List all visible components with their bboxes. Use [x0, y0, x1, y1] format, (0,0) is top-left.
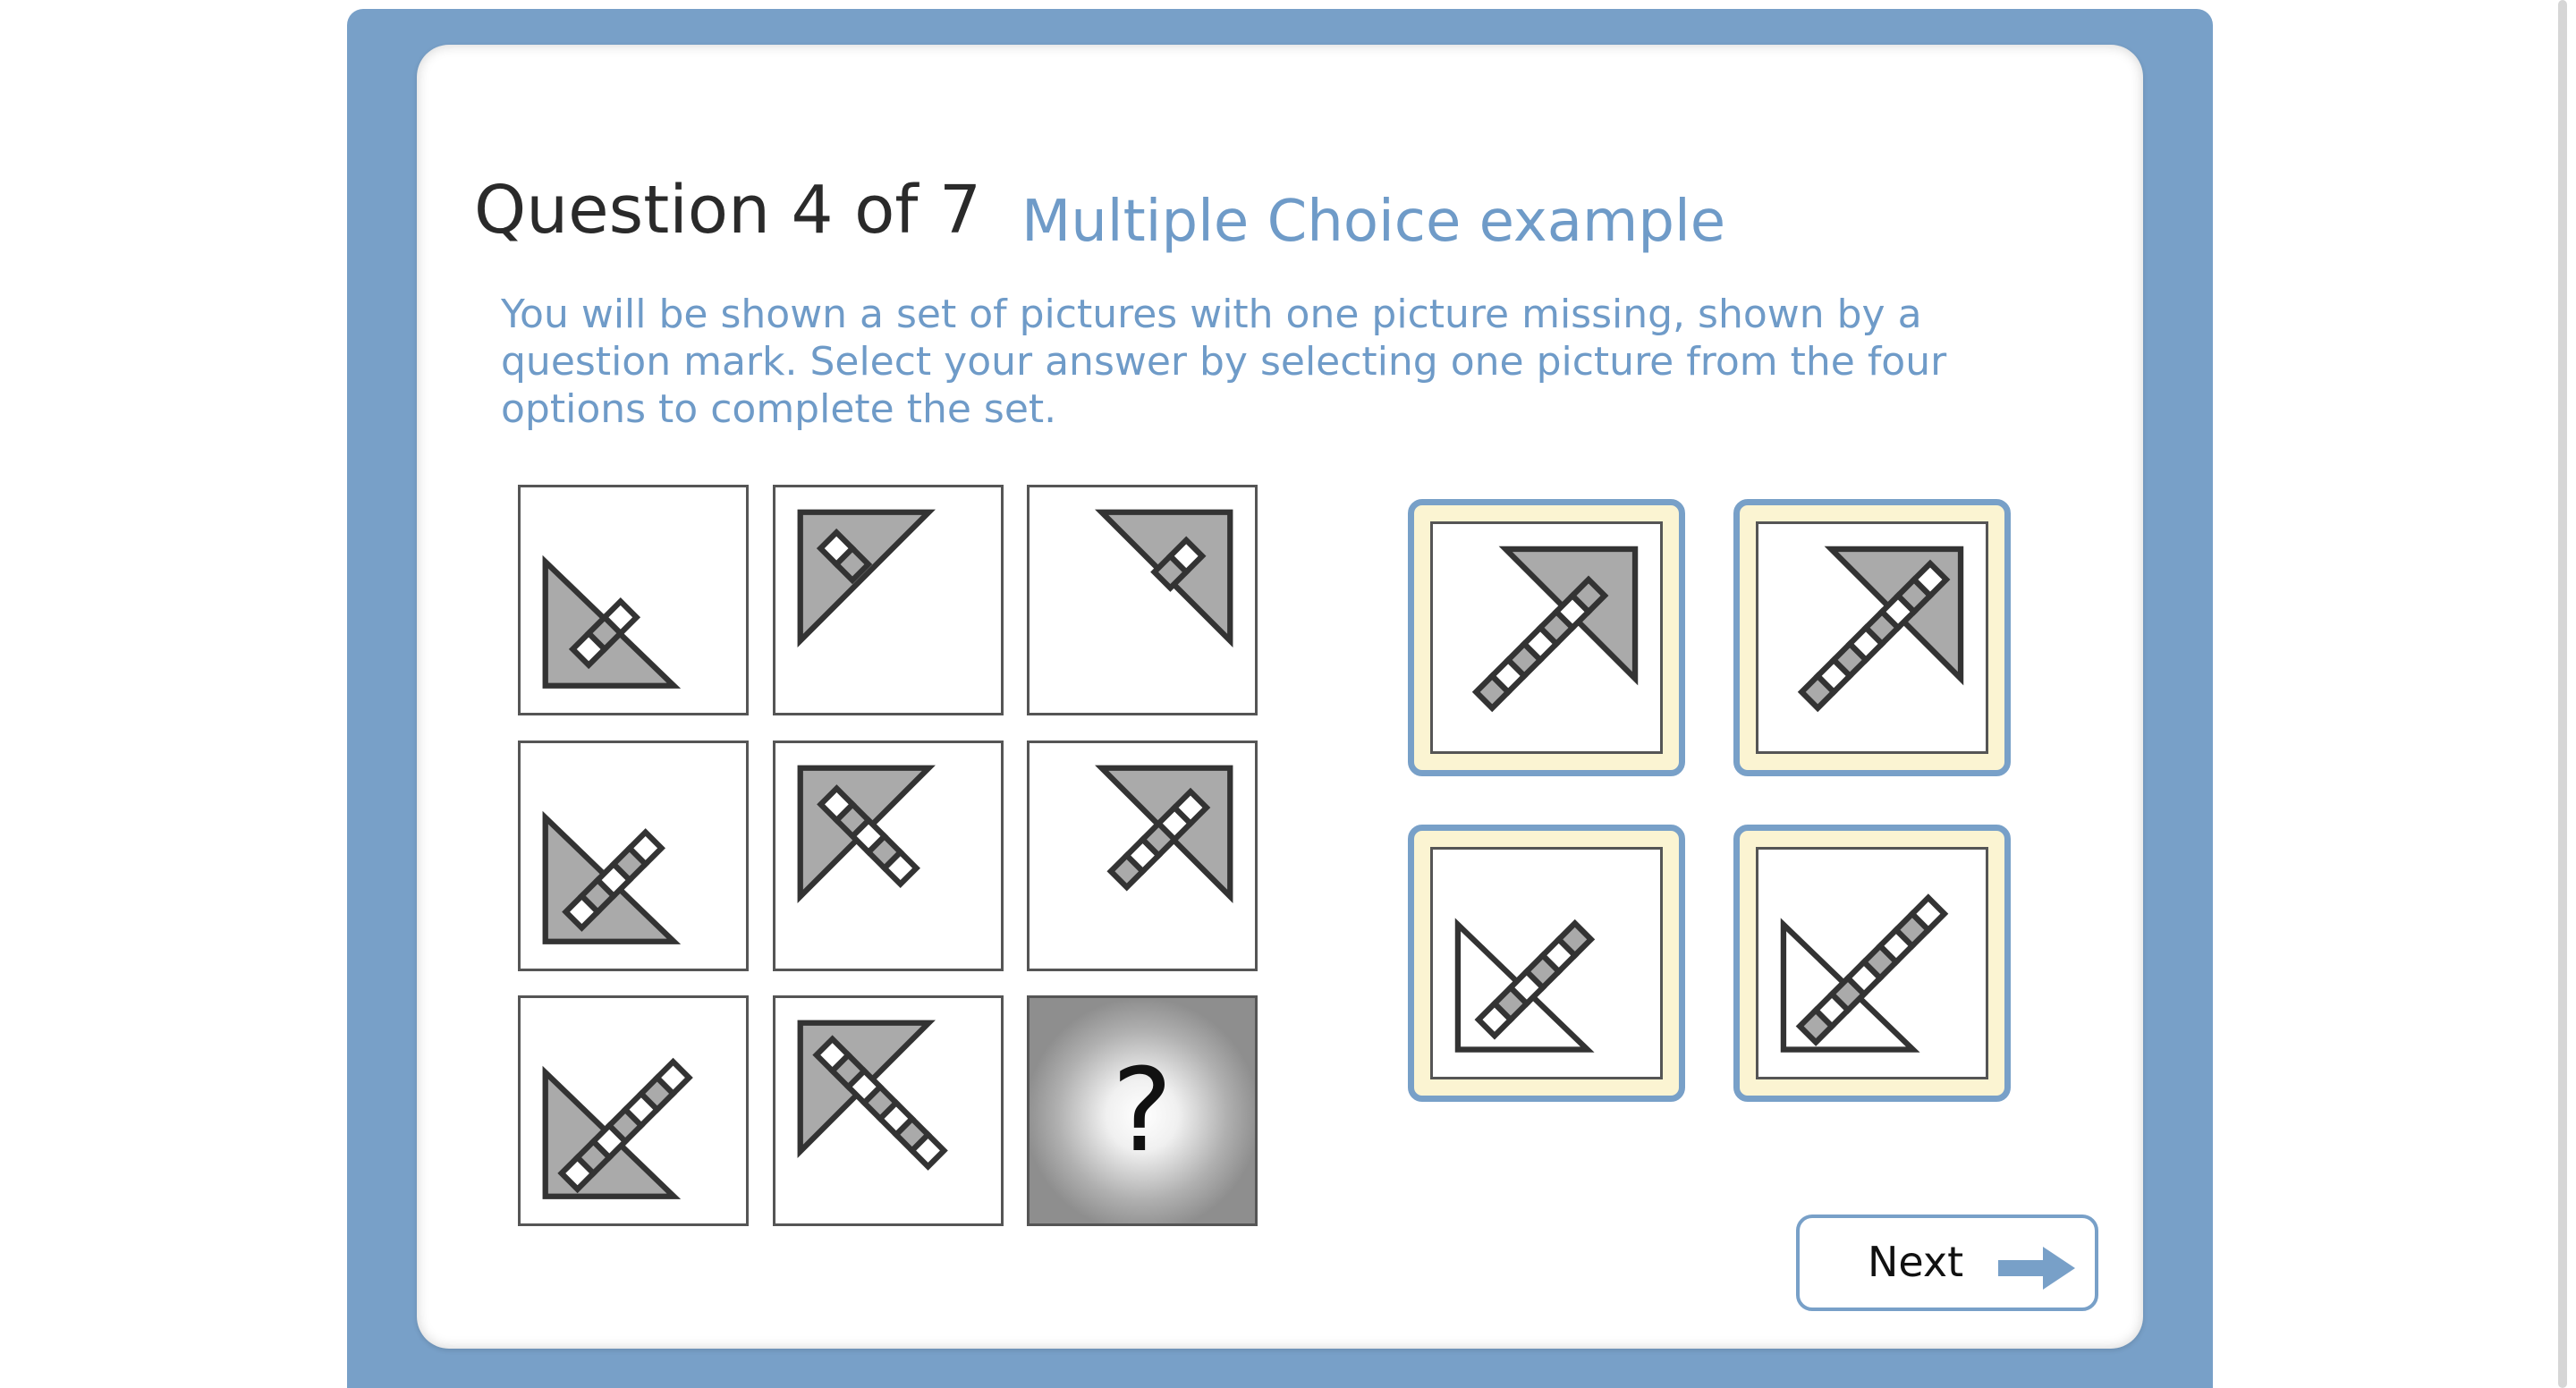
puzzle-cell-3: [1027, 485, 1258, 715]
triangle-bar-figure-icon: [797, 1020, 948, 1171]
next-button-label: Next: [1868, 1238, 1964, 1286]
answer-option-4[interactable]: [1733, 825, 2011, 1102]
answer-option-3[interactable]: [1408, 825, 1685, 1102]
puzzle-cell-6: [1027, 741, 1258, 971]
scrollbar-thumb[interactable]: [2558, 0, 2567, 1388]
triangle-bar-figure-icon: [797, 765, 936, 903]
puzzle-cell-4: [518, 741, 749, 971]
triangle-bar-figure-icon: [1095, 765, 1233, 903]
puzzle-cell-8: [773, 995, 1004, 1226]
puzzle-cell-7: [518, 995, 749, 1226]
triangle-bar-figure-icon: [1095, 509, 1233, 647]
question-type-heading: Multiple Choice example: [1021, 189, 1726, 255]
answer-option-2[interactable]: [1733, 499, 2011, 776]
puzzle-cell-2: [773, 485, 1004, 715]
triangle-bar-figure-icon: [542, 1057, 693, 1199]
triangle-bar-figure-icon: [1780, 893, 1949, 1053]
puzzle-cell-1: [518, 485, 749, 715]
next-button[interactable]: Next: [1796, 1214, 2098, 1311]
triangle-bar-figure-icon: [1454, 918, 1596, 1053]
triangle-bar-figure-icon: [542, 810, 682, 944]
puzzle-cell-5: [773, 741, 1004, 971]
question-instructions: You will be shown a set of pictures with…: [501, 292, 1947, 432]
question-mark-icon: ?: [1112, 1044, 1173, 1178]
page-scrollbar[interactable]: [2547, 0, 2576, 1388]
triangle-bar-figure-icon: [1797, 546, 1964, 713]
puzzle-cell-missing: ?: [1027, 995, 1258, 1226]
question-number-heading: Question 4 of 7: [474, 172, 982, 249]
arrow-right-icon: [1998, 1247, 2075, 1290]
answer-option-1[interactable]: [1408, 499, 1685, 776]
triangle-bar-figure-icon: [1471, 546, 1639, 713]
triangle-bar-figure-icon: [797, 509, 936, 647]
triangle-bar-figure-icon: [542, 554, 682, 689]
